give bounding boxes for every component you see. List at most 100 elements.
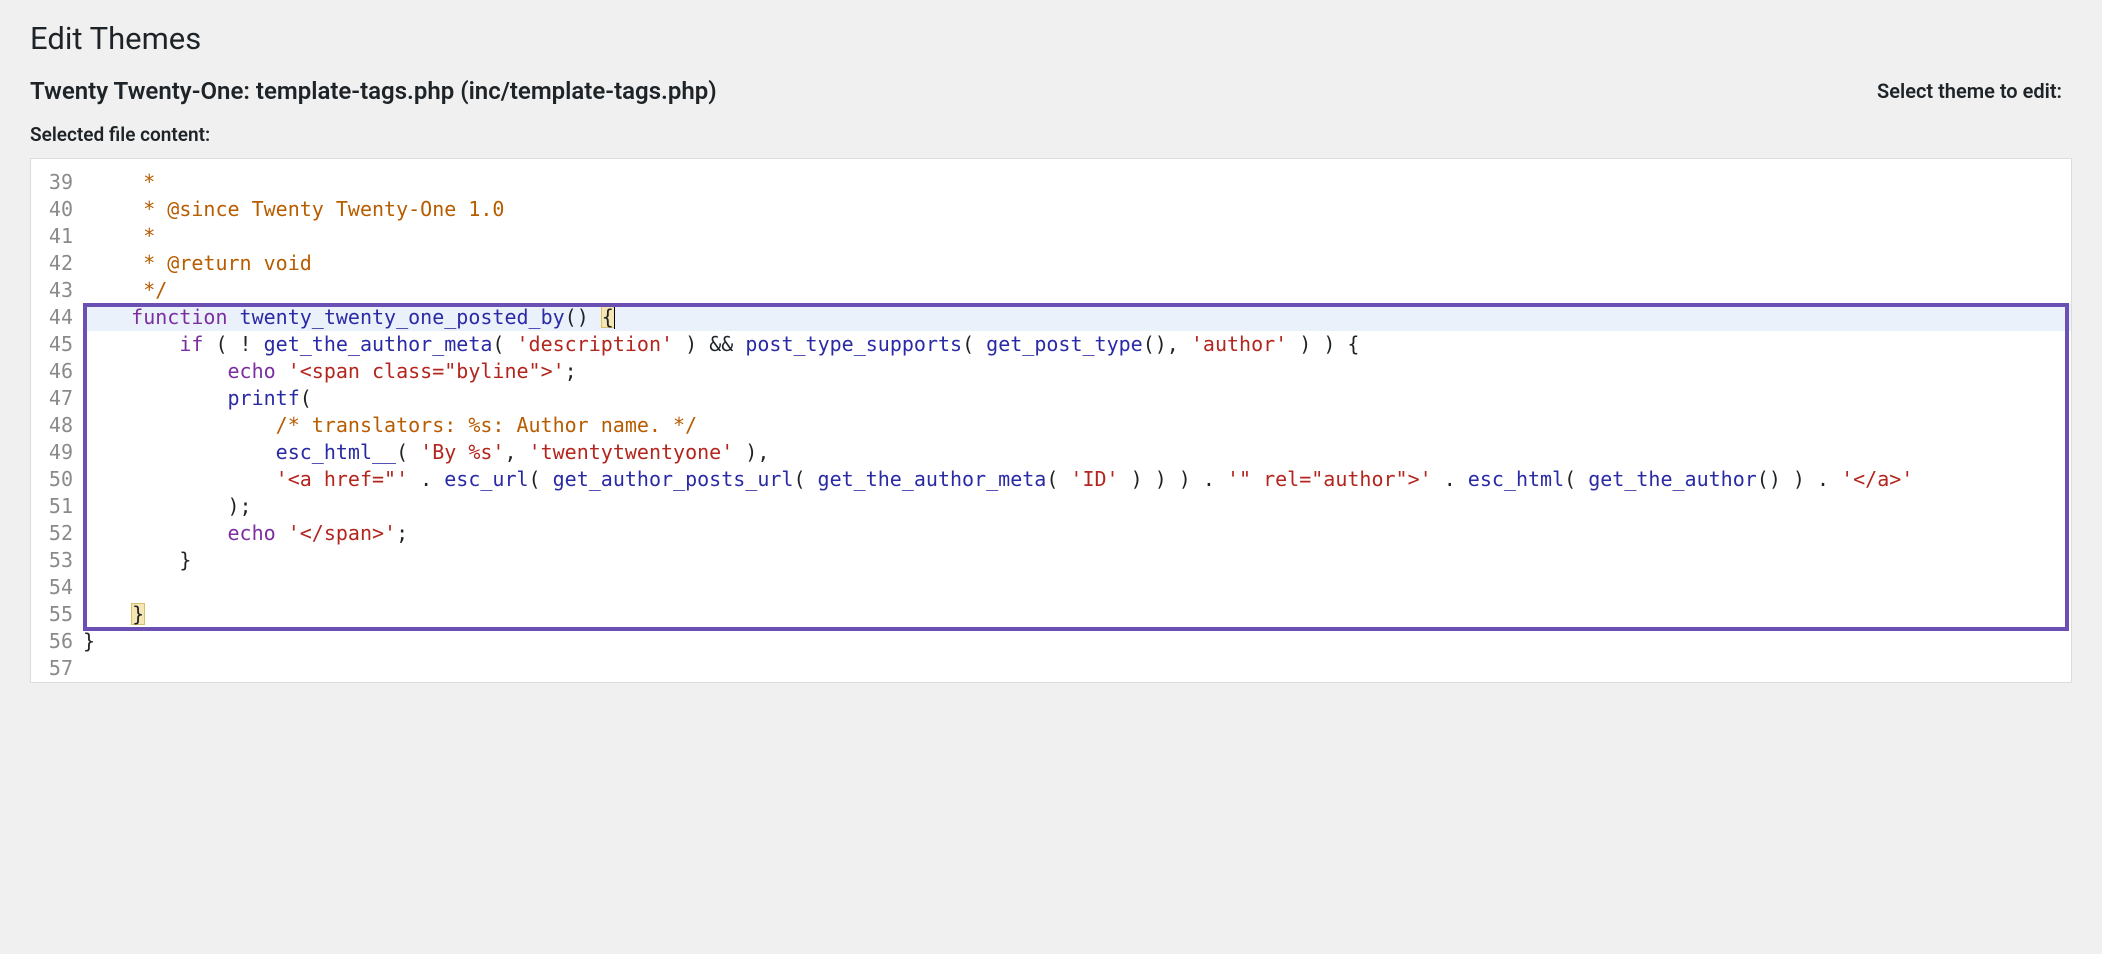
code-content[interactable]: */ [83,277,2071,304]
code-line[interactable]: 45 if ( ! get_the_author_meta( 'descript… [31,331,2071,358]
code-content[interactable]: } [83,547,2071,574]
code-content[interactable]: * [83,223,2071,250]
code-token [228,305,240,329]
code-token: ( [529,467,553,491]
code-token: printf [228,386,300,410]
code-token: function [131,305,227,329]
line-number: 56 [31,628,83,655]
code-token: ; [565,359,577,383]
code-line[interactable]: 50 '<a href="' . esc_url( get_author_pos… [31,466,2071,493]
file-heading: Twenty Twenty-One: template-tags.php (in… [30,77,717,105]
code-line[interactable]: 42 * @return void [31,250,2071,277]
code-line[interactable]: 51 ); [31,493,2071,520]
code-token [83,359,228,383]
line-number: 49 [31,439,83,466]
code-token: ( [1046,467,1070,491]
code-line[interactable]: 38 * Prints HTML with meta information a… [31,159,2071,169]
code-content[interactable]: if ( ! get_the_author_meta( 'description… [83,331,2071,358]
code-token: * [83,224,155,248]
code-token: '<a href="' [276,467,408,491]
code-line[interactable]: 56} [31,628,2071,655]
code-token: ( [203,332,239,356]
code-token: (), [1143,332,1191,356]
code-content[interactable]: * [83,169,2071,196]
code-content[interactable]: '<a href="' . esc_url( get_author_posts_… [83,466,2071,493]
code-token: get_post_type [986,332,1143,356]
code-line[interactable]: 53 } [31,547,2071,574]
code-token [83,602,131,626]
code-content[interactable]: printf( [83,385,2071,412]
code-content[interactable]: /* translators: %s: Author name. */ [83,412,2071,439]
code-content[interactable]: echo '<span class="byline">'; [83,358,2071,385]
code-token: 'ID' [1070,467,1118,491]
code-line[interactable]: 57 [31,655,2071,682]
code-token: 'author' [1191,332,1287,356]
code-token: && [709,332,733,356]
line-number: 54 [31,574,83,601]
code-line[interactable]: 49 esc_html__( 'By %s', 'twentytwentyone… [31,439,2071,466]
code-line[interactable]: 43 */ [31,277,2071,304]
code-content[interactable]: * @since Twenty Twenty-One 1.0 [83,196,2071,223]
code-line[interactable]: 46 echo '<span class="byline">'; [31,358,2071,385]
line-number: 48 [31,412,83,439]
code-token [276,521,288,545]
code-token: ( [962,332,986,356]
code-content[interactable]: echo '</span>'; [83,520,2071,547]
code-token: ( [1564,467,1588,491]
code-content[interactable] [83,655,2071,682]
code-line[interactable]: 54 [31,574,2071,601]
code-token: ), [733,440,769,464]
code-token [83,332,179,356]
code-token: () [565,305,601,329]
code-line[interactable]: 48 /* translators: %s: Author name. */ [31,412,2071,439]
code-token: /* translators: %s: Author name. */ [276,413,697,437]
code-token [83,305,131,329]
code-token: . [1432,467,1468,491]
code-line[interactable]: 47 printf( [31,385,2071,412]
code-line[interactable]: 41 * [31,223,2071,250]
code-line[interactable]: 55 } [31,601,2071,628]
page-title: Edit Themes [30,0,2072,77]
code-content[interactable]: } [83,601,2071,628]
line-number: 45 [31,331,83,358]
code-editor[interactable]: 38 * Prints HTML with meta information a… [30,158,2072,683]
code-token: '" rel="author">' [1227,467,1432,491]
code-token: ); [83,494,252,518]
code-content[interactable] [83,574,2071,601]
line-number: 43 [31,277,83,304]
code-token: * @since Twenty Twenty-One 1.0 [83,197,504,221]
code-content[interactable]: ); [83,493,2071,520]
code-token: . [408,467,444,491]
code-token: get_the_author_meta [818,467,1047,491]
line-number: 44 [31,304,83,331]
code-token: get_the_author [1588,467,1757,491]
code-content[interactable]: * @return void [83,250,2071,277]
code-token: 'twentytwentyone' [529,440,734,464]
code-token: get_author_posts_url [553,467,794,491]
code-token: ) [673,332,709,356]
code-line[interactable]: 52 echo '</span>'; [31,520,2071,547]
code-token: * @return void [83,251,312,275]
code-token: '<span class="byline">' [288,359,565,383]
code-token [733,332,745,356]
code-line[interactable]: 39 * [31,169,2071,196]
line-number: 39 [31,169,83,196]
code-token: ) ) { [1287,332,1359,356]
line-number: 55 [31,601,83,628]
code-line[interactable]: 44 function twenty_twenty_one_posted_by(… [31,304,2071,331]
code-token [252,332,264,356]
code-token: 'description' [517,332,674,356]
line-number: 47 [31,385,83,412]
code-content[interactable]: function twenty_twenty_one_posted_by() { [83,304,2071,331]
code-token [83,386,228,410]
select-theme-label: Select theme to edit: [1877,79,2072,103]
code-token [83,440,276,464]
code-token: ( [300,386,312,410]
line-number: 46 [31,358,83,385]
code-content[interactable]: } [83,628,2071,655]
code-token: ( [793,467,817,491]
code-line[interactable]: 40 * @since Twenty Twenty-One 1.0 [31,196,2071,223]
line-number: 40 [31,196,83,223]
code-content[interactable]: esc_html__( 'By %s', 'twentytwentyone' )… [83,439,2071,466]
code-token: esc_html [1468,467,1564,491]
